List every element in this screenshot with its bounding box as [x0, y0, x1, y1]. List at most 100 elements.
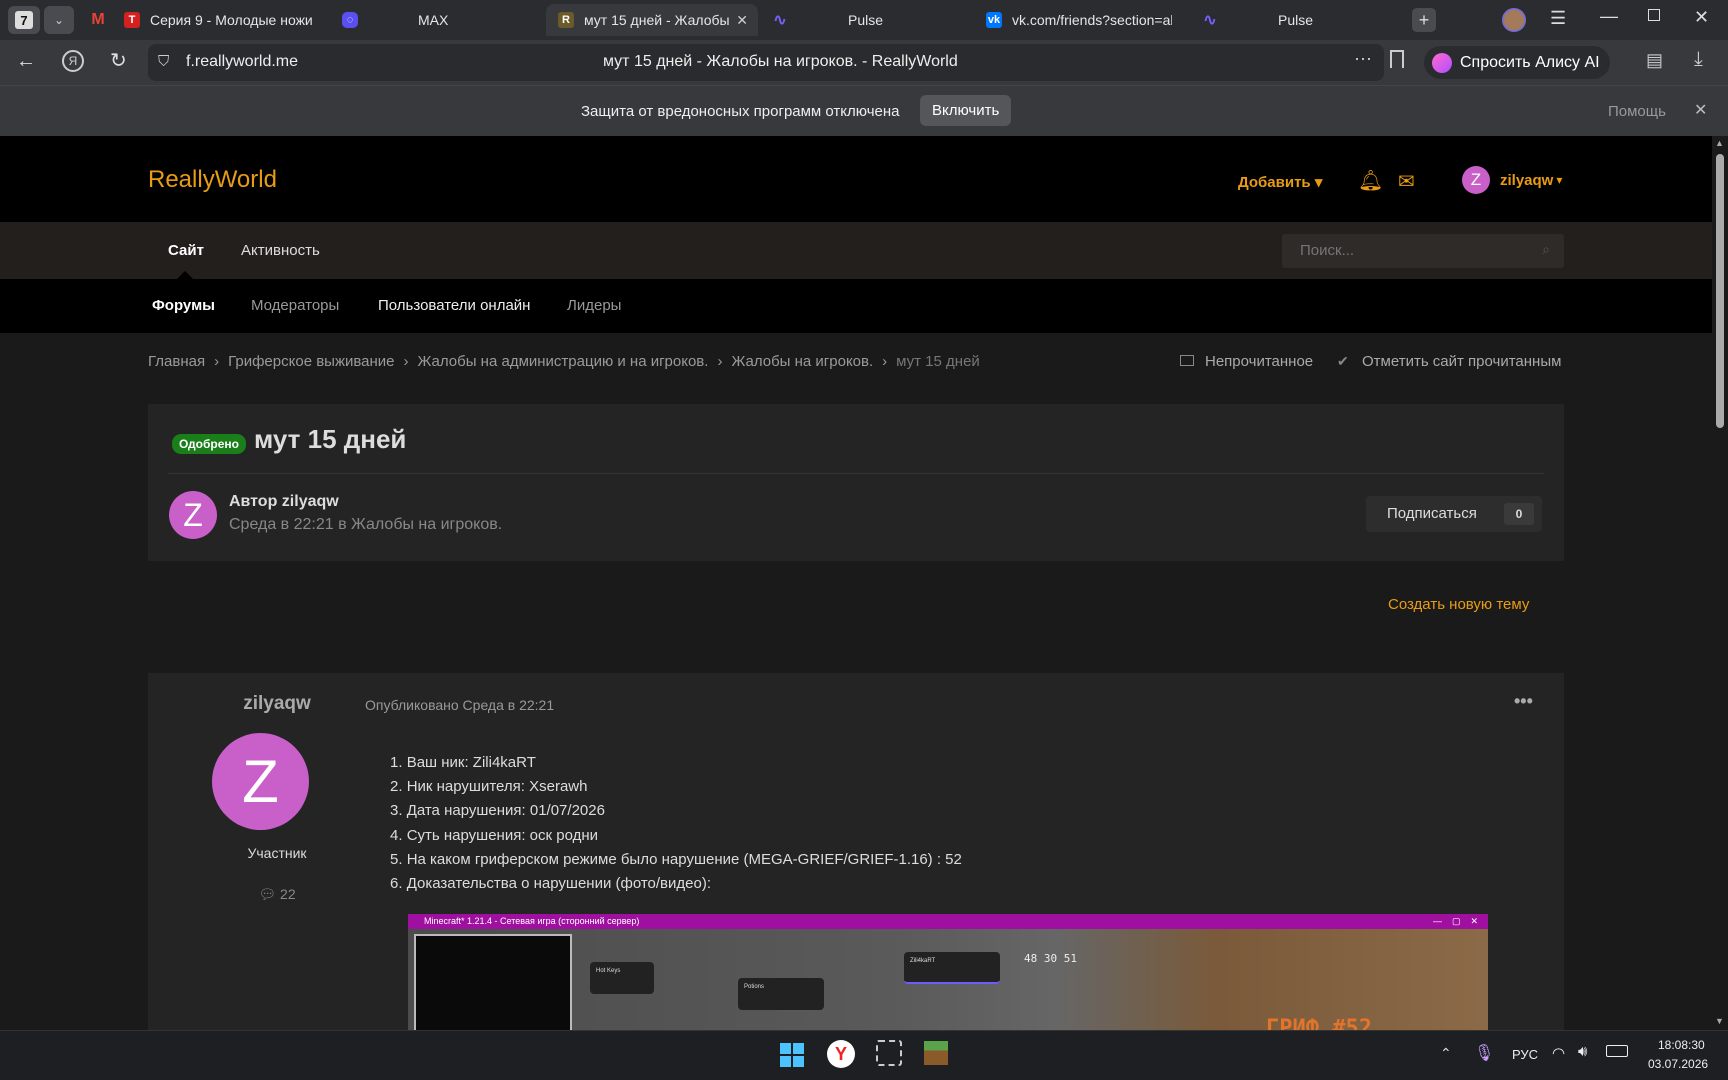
chevron-right-icon: › [882, 353, 888, 370]
site-favicon-icon: Т [124, 12, 140, 28]
breadcrumb-home[interactable]: Главная [148, 353, 205, 370]
post-menu-icon[interactable]: ••• [1514, 691, 1533, 712]
search-icon[interactable]: ⌕ [1542, 241, 1550, 258]
new-topic-link[interactable]: Создать новую тему [1388, 596, 1529, 613]
post-author-avatar[interactable]: Z [212, 733, 309, 830]
tab-close-icon[interactable]: ✕ [736, 12, 748, 29]
battery-icon[interactable] [1606, 1045, 1628, 1057]
post-card: zilyaqw Z Участник 💬︎ 22 Опубликовано Ср… [148, 673, 1564, 1030]
menu-icon[interactable]: ☰ [1550, 8, 1566, 29]
tab-pulse-2[interactable]: ∿ Pulse [1202, 6, 1392, 34]
unread-link[interactable]: Непрочитанное [1205, 353, 1313, 370]
bookmark-icon[interactable] [1390, 50, 1404, 68]
list-item: 6. Доказательства о нарушении (фото/виде… [390, 875, 712, 893]
player-panel: Zili4kaRT [904, 952, 1000, 984]
divider [168, 473, 1544, 474]
nav-forums[interactable]: Форумы [152, 297, 215, 314]
wifi-icon[interactable]: ◠ [1552, 1044, 1565, 1062]
post-published: Опубликовано Среда в 22:21 [365, 697, 555, 713]
nav-leaders[interactable]: Лидеры [567, 297, 621, 314]
keyboard-lang[interactable]: РУС [1512, 1047, 1538, 1062]
evidence-screenshot[interactable]: Minecraft* 1.21.4 - Сетевая игра (сторон… [408, 914, 1488, 1030]
breadcrumb: Главная › Гриферское выживание › Жалобы … [148, 353, 980, 370]
windows-start-icon[interactable] [780, 1043, 804, 1067]
url-field[interactable]: ⛉ f.reallyworld.me мут 15 дней - Жалобы … [148, 44, 1384, 81]
subscribe-button[interactable]: Подписаться 0 [1366, 496, 1542, 532]
tab-max[interactable]: ◌ MAX [342, 6, 522, 34]
close-window-icon[interactable]: ✕ [1694, 7, 1709, 28]
comment-icon: 💬︎ [258, 886, 277, 902]
help-link[interactable]: Помощь [1608, 103, 1666, 120]
messages-envelope-icon[interactable]: ✉ [1398, 169, 1415, 194]
nav-online-users[interactable]: Пользователи онлайн [378, 297, 530, 314]
snipping-tool-icon[interactable] [876, 1040, 902, 1066]
minimize-icon[interactable]: — [1600, 6, 1618, 27]
tray-chevron-icon[interactable]: ⌃ [1440, 1045, 1452, 1062]
vk-favicon-icon: vk [986, 12, 1002, 28]
new-tab-button[interactable]: + [1412, 8, 1436, 32]
search-field[interactable] [1300, 242, 1520, 259]
nav-activity[interactable]: Активность [241, 242, 320, 259]
minecraft-icon[interactable] [924, 1041, 948, 1065]
max-favicon-icon: ◌ [342, 12, 358, 28]
nav-moderators[interactable]: Модераторы [251, 297, 339, 314]
nav-site[interactable]: Сайт [168, 242, 204, 259]
primary-nav: Сайт Активность ⌕ [0, 222, 1712, 279]
author-line[interactable]: Автор zilyaqw [229, 493, 339, 511]
chevron-right-icon: › [717, 353, 723, 370]
scrollbar-thumb[interactable] [1716, 154, 1724, 428]
profile-avatar[interactable] [1502, 8, 1526, 32]
tab-pulse-1[interactable]: ∿ Pulse [772, 6, 962, 34]
download-icon[interactable]: ⤓ [1694, 48, 1703, 71]
reallyworld-favicon-icon: R [558, 12, 574, 28]
close-warning-icon[interactable]: ✕ [1694, 100, 1707, 120]
page-scrollbar[interactable]: ▲ ▼ [1712, 136, 1728, 1030]
list-item: 3. Дата нарушения: 01/07/2026 [390, 802, 605, 820]
back-icon[interactable]: ← [16, 50, 36, 73]
more-icon[interactable]: ⋯ [1354, 49, 1372, 70]
breadcrumb-player-complaints[interactable]: Жалобы на игроков. [731, 353, 873, 370]
topic-header-card: Одобрено мут 15 дней Автор zilyaqw Z Авт… [148, 404, 1564, 561]
restore-icon[interactable] [1648, 9, 1660, 21]
alice-icon [1432, 52, 1452, 73]
avatar: Z [1462, 166, 1490, 194]
url-domain: f.reallyworld.me [186, 53, 299, 70]
microphone-icon[interactable]: 🎙︎ [1474, 1043, 1494, 1063]
user-menu[interactable]: Z zilyaqw ▾ [1462, 166, 1562, 194]
page-title-text: мут 15 дней - Жалобы на игроков. - Reall… [603, 53, 958, 70]
alice-button[interactable]: Спросить Алису AI [1424, 46, 1610, 79]
volume-icon[interactable]: 🔊︎ [1578, 1043, 1587, 1060]
enable-protection-button[interactable]: Включить [920, 95, 1012, 126]
clock-date[interactable]: 03.07.2026 [1648, 1057, 1708, 1071]
gmail-tab-icon[interactable]: M [88, 10, 108, 30]
post-count: 💬︎ 22 [258, 886, 296, 902]
tabs-dropdown-icon[interactable]: ⌄ [44, 6, 74, 34]
collections-icon[interactable]: ▤ [1646, 50, 1663, 71]
mark-read-link[interactable]: Отметить сайт прочитанным [1362, 353, 1561, 370]
yandex-browser-icon[interactable]: Y [827, 1040, 855, 1068]
breadcrumb-complaints[interactable]: Жалобы на администрацию и на игроков. [418, 353, 709, 370]
clock-time[interactable]: 18:08:30 [1658, 1038, 1705, 1052]
tab-active-complaint[interactable]: R мут 15 дней - Жалобы ✕ [546, 4, 758, 36]
shield-icon[interactable]: ⛉ [158, 53, 169, 70]
tab-vk[interactable]: vk vk.com/friends?section=al [986, 6, 1176, 34]
scroll-up-icon[interactable]: ▲ [1715, 138, 1724, 148]
site-logo[interactable]: ReallyWorld [148, 166, 277, 194]
breadcrumb-survival[interactable]: Гриферское выживание [228, 353, 394, 370]
site-header: ReallyWorld Добавить ▾ 🔔︎ ✉ Z zilyaqw ▾ [0, 136, 1712, 222]
add-menu-button[interactable]: Добавить ▾ [1238, 173, 1322, 191]
author-avatar[interactable]: Z [169, 491, 217, 539]
tab-counter-button[interactable]: 7 [8, 6, 40, 34]
search-input[interactable]: ⌕ [1282, 234, 1564, 268]
scroll-down-icon[interactable]: ▼ [1715, 1016, 1724, 1026]
post-author-name[interactable]: zilyaqw [208, 693, 346, 715]
yandex-icon[interactable]: Я [62, 50, 84, 72]
chevron-right-icon: › [214, 353, 220, 370]
reload-icon[interactable]: ↻ [110, 48, 127, 73]
tab-series[interactable]: Т Серия 9 - Молодые ножи [124, 6, 324, 34]
breadcrumb-current: мут 15 дней [896, 353, 980, 370]
coords-readout: 48 30 51 [1024, 952, 1077, 965]
list-item: 2. Ник нарушителя: Xserawh [390, 778, 588, 796]
notifications-bell-icon[interactable]: 🔔︎ [1358, 168, 1383, 193]
list-item: 4. Суть нарушения: оск родни [390, 826, 599, 844]
